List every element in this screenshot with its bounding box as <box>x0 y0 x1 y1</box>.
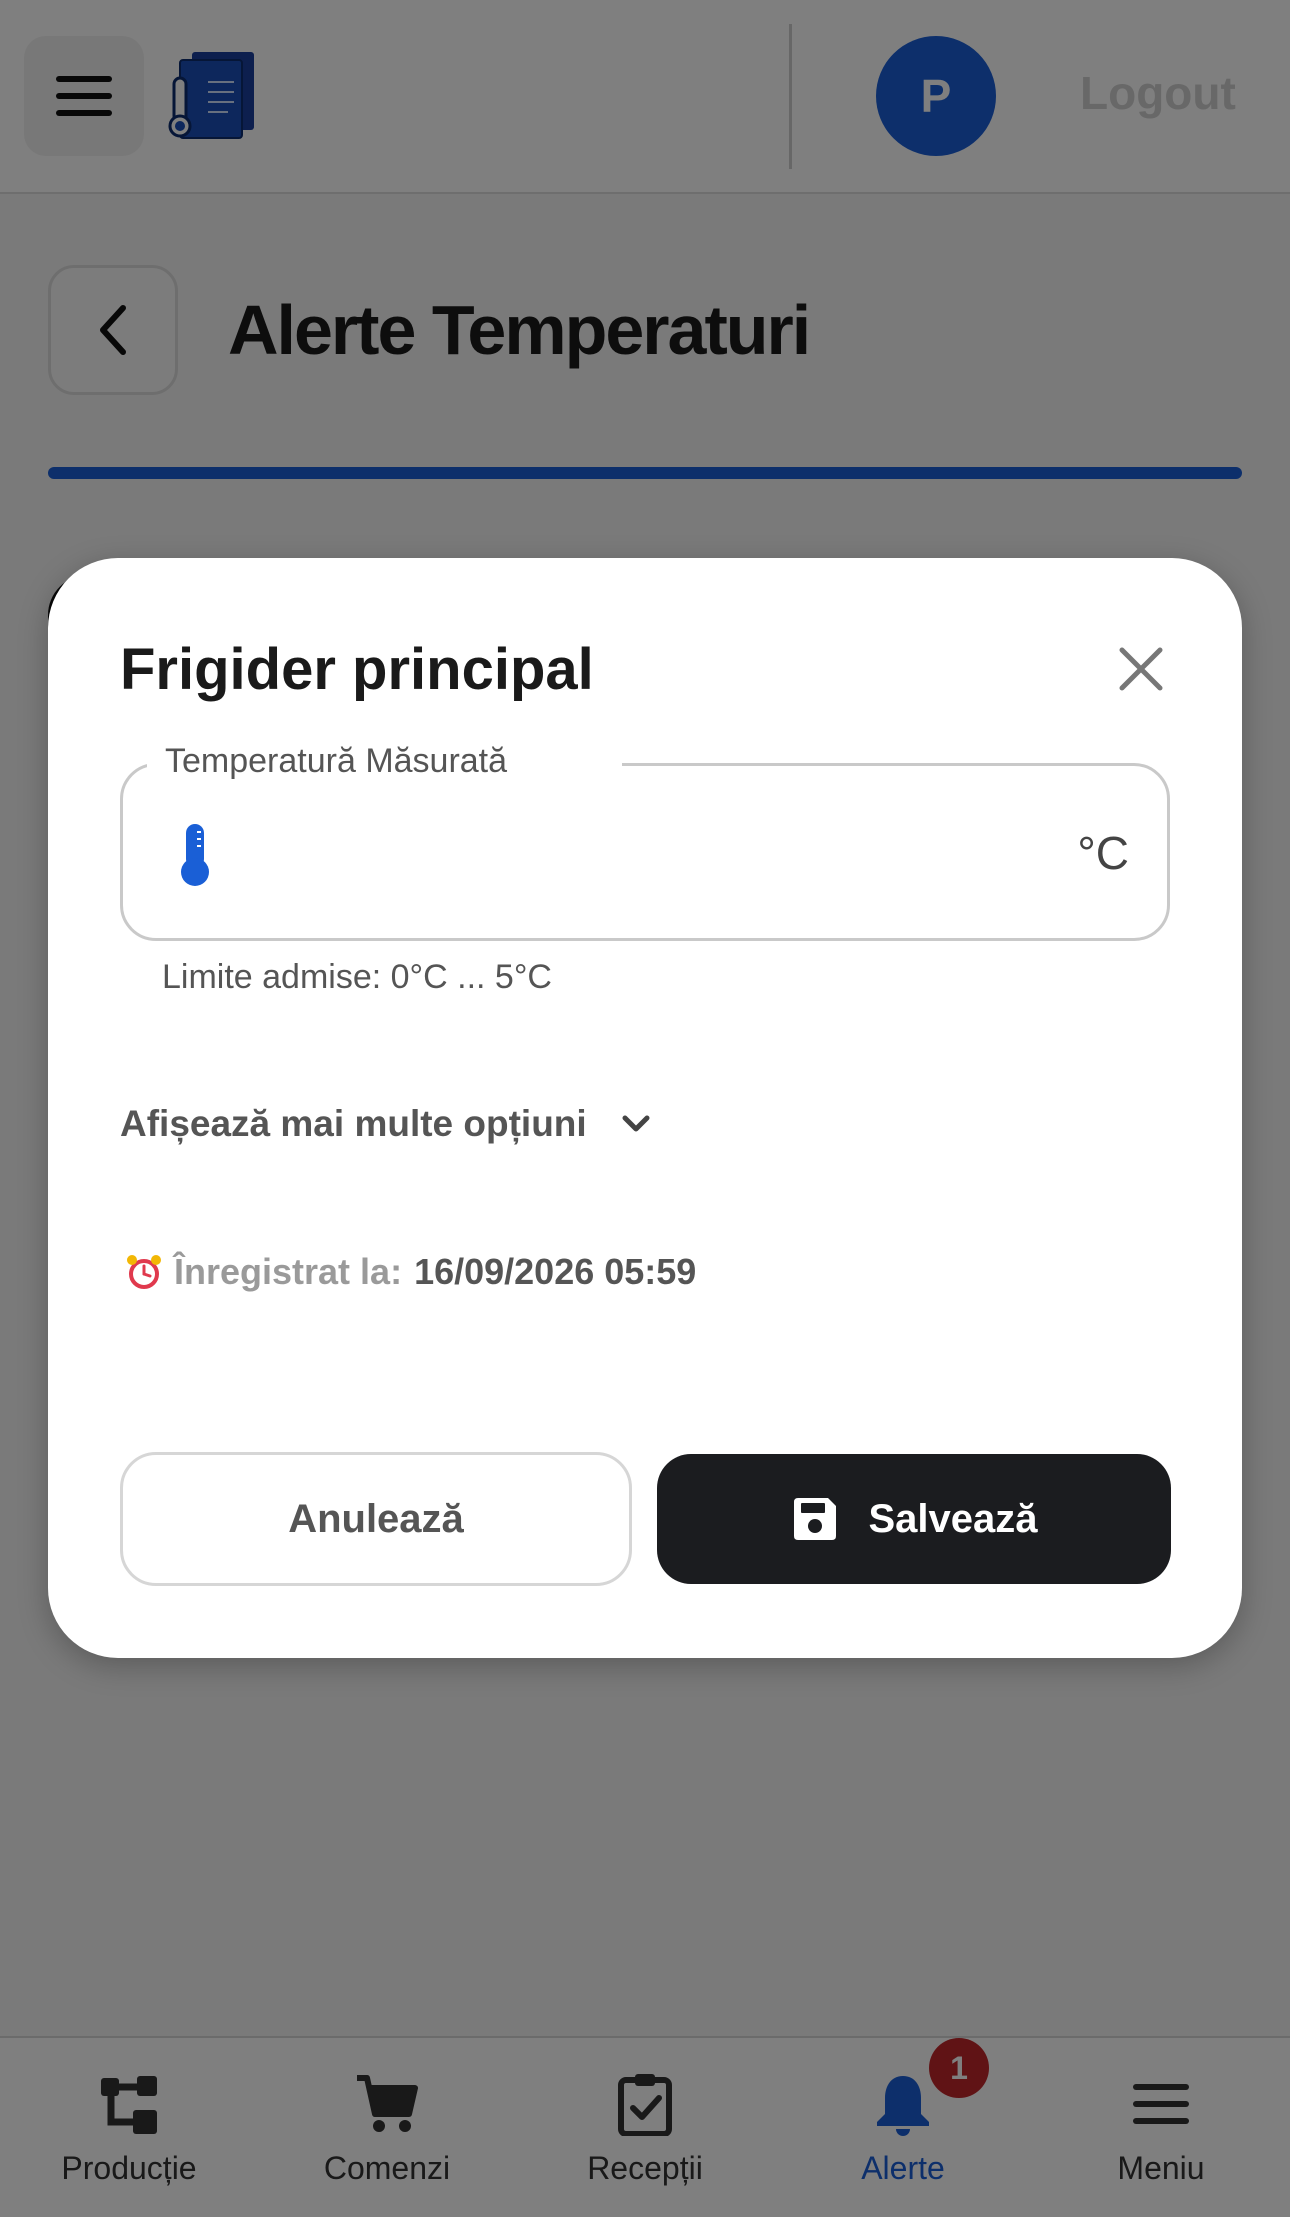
recorded-label: Înregistrat la: <box>174 1251 403 1292</box>
save-button[interactable]: Salvează <box>657 1454 1171 1584</box>
recorded-value: 16/09/2026 05:59 <box>414 1251 697 1292</box>
limits-helper-text: Limite admise: 0°C ... 5°C <box>162 958 552 996</box>
chevron-down-icon <box>622 1115 650 1132</box>
close-icon <box>1119 647 1163 691</box>
more-options-label: Afișează mai multe opțiuni <box>120 1103 587 1144</box>
temperature-dialog: Frigider principal Temperatură Măsurată … <box>48 558 1242 1658</box>
temperature-input[interactable] <box>243 806 1063 902</box>
close-button[interactable] <box>1108 636 1174 702</box>
recorded-at: Înregistrat la: 16/09/2026 05:59 <box>126 1251 696 1293</box>
unit-label: °C <box>1077 827 1129 879</box>
temperature-field: Temperatură Măsurată °C <box>120 742 1170 941</box>
more-options-toggle[interactable]: Afișează mai multe opțiuni <box>120 1103 651 1145</box>
thermometer-icon <box>181 824 209 886</box>
alarm-clock-icon <box>127 1255 161 1289</box>
dialog-title: Frigider principal <box>120 637 594 702</box>
cancel-button[interactable]: Anulează <box>120 1452 632 1586</box>
temperature-field-label: Temperatură Măsurată <box>151 742 522 781</box>
save-button-label: Salvează <box>868 1496 1038 1541</box>
save-icon <box>794 1498 837 1540</box>
